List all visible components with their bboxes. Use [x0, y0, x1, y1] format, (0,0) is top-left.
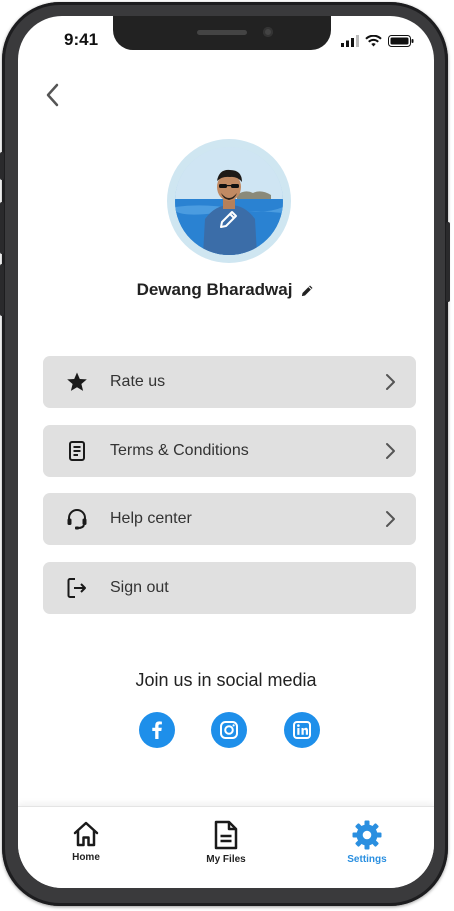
bottom-tab-bar: Home My Files Settings	[18, 806, 434, 888]
facebook-button[interactable]	[139, 712, 175, 748]
file-icon	[214, 820, 238, 850]
power-button	[446, 222, 450, 302]
gear-icon	[352, 820, 382, 850]
menu-label: Help center	[110, 510, 192, 527]
menu-item-terms[interactable]: Terms & Conditions	[43, 424, 416, 477]
screen: 9:41 Dewang Bharadwaj Rate us Terms & Co…	[18, 16, 434, 888]
headset-icon	[67, 509, 87, 530]
profile-name-row: Dewang Bharadwaj	[18, 280, 434, 300]
social-title: Join us in social media	[135, 670, 317, 690]
camera	[263, 27, 273, 37]
signal-icon	[341, 35, 359, 47]
back-button[interactable]	[38, 80, 68, 110]
tab-settings[interactable]: Settings	[327, 819, 407, 865]
battery-icon	[388, 35, 414, 47]
home-icon	[73, 821, 99, 847]
mute-switch	[0, 152, 4, 180]
sign-out-icon	[67, 577, 86, 598]
avatar[interactable]	[175, 147, 283, 255]
volume-down-button	[0, 264, 4, 316]
instagram-icon	[220, 721, 238, 739]
settings-menu: Rate us Terms & Conditions Help center S…	[43, 356, 416, 630]
profile-photo	[175, 147, 283, 255]
status-time: 9:41	[64, 30, 99, 49]
menu-item-help-center[interactable]: Help center	[43, 493, 416, 545]
tab-home[interactable]: Home	[46, 819, 126, 863]
edit-name-icon[interactable]	[300, 283, 315, 298]
menu-label: Rate us	[110, 373, 166, 390]
menu-label: Terms & Conditions	[110, 441, 249, 459]
instagram-button[interactable]	[211, 712, 247, 748]
profile-name: Dewang Bharadwaj	[136, 280, 293, 299]
tab-label: Settings	[347, 854, 387, 865]
chevron-right-icon	[386, 442, 395, 459]
tab-label: Home	[72, 852, 100, 863]
status-icons	[341, 35, 414, 47]
star-icon	[67, 372, 87, 391]
chevron-right-icon	[386, 374, 395, 390]
tab-my-files[interactable]: My Files	[186, 819, 266, 865]
menu-item-rate-us[interactable]: Rate us	[43, 356, 416, 408]
volume-up-button	[0, 202, 4, 254]
edit-photo-icon[interactable]	[217, 207, 241, 231]
wifi-icon	[365, 35, 382, 47]
tab-label: My Files	[206, 854, 246, 865]
avatar-ring	[167, 139, 291, 263]
linkedin-button[interactable]	[284, 712, 320, 748]
chevron-right-icon	[386, 511, 395, 527]
speaker	[197, 30, 247, 35]
menu-item-sign-out[interactable]: Sign out	[43, 561, 416, 614]
facebook-icon	[152, 721, 162, 739]
notch	[113, 16, 331, 50]
linkedin-icon	[293, 721, 311, 739]
document-icon	[69, 440, 85, 461]
phone-frame: 9:41 Dewang Bharadwaj Rate us Terms & Co…	[0, 2, 450, 906]
menu-label: Sign out	[110, 578, 169, 596]
